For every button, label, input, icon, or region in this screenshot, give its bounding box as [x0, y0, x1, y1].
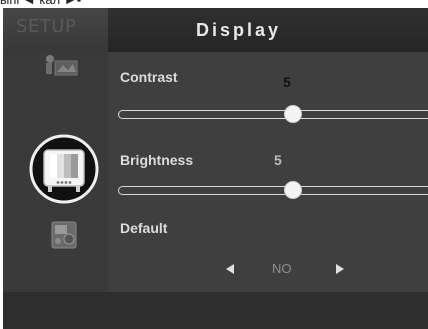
contrast-value: 5 — [283, 74, 291, 90]
contrast-slider-knob[interactable] — [284, 105, 302, 123]
default-label: Default — [120, 220, 168, 236]
tv-display-icon[interactable] — [28, 134, 100, 204]
picture-settings-icon[interactable] — [43, 52, 79, 78]
brightness-label: Brightness — [120, 152, 194, 168]
brightness-slider-track[interactable] — [118, 186, 428, 195]
cropped-caption: ыпі ◄ кал ►▪ — [0, 0, 81, 8]
contrast-slider-track[interactable] — [118, 110, 428, 119]
settings-panel: Contrast 5 Brightness 5 Default NO — [108, 52, 428, 292]
header-bar: SETUP Display — [3, 8, 428, 52]
page-title: Display — [196, 20, 282, 40]
setup-label: SETUP — [16, 16, 77, 37]
default-prev-arrow[interactable] — [226, 264, 234, 274]
default-next-arrow[interactable] — [336, 264, 344, 274]
setup-osd-menu: SETUP Display Contrast 5 Brightness 5 De… — [3, 8, 428, 329]
default-value: NO — [272, 261, 292, 276]
setup-tab[interactable]: SETUP — [3, 8, 108, 52]
contrast-label: Contrast — [120, 69, 178, 85]
footer-bar — [3, 292, 428, 329]
brightness-value: 5 — [274, 152, 282, 168]
brightness-slider-knob[interactable] — [284, 181, 302, 199]
audio-settings-icon[interactable] — [48, 218, 80, 252]
